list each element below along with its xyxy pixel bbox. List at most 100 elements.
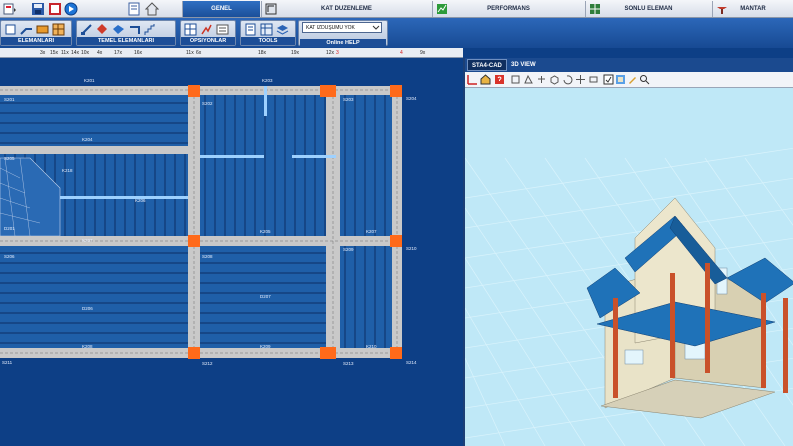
- rotate-icon[interactable]: [562, 74, 573, 85]
- slab[interactable]: [200, 94, 326, 236]
- home-icon[interactable]: [145, 2, 159, 16]
- checkbox-icon[interactable]: [603, 74, 614, 85]
- sta4cad-window: GENEL KAT DUZENLEME PERFORMANS SONLU ELE…: [0, 0, 793, 446]
- view-iso-icon[interactable]: [549, 74, 560, 85]
- ruler-tick: 11x: [61, 50, 69, 56]
- ruler-tick: 3x: [40, 50, 46, 56]
- ruler-tick: 3: [336, 50, 339, 56]
- beam-tool-icon[interactable]: [20, 23, 33, 36]
- pan-icon[interactable]: [575, 74, 586, 85]
- app-menu-icon[interactable]: [3, 2, 17, 16]
- ruler-tick: 16x: [134, 50, 143, 56]
- beam[interactable]: [0, 146, 200, 154]
- slab[interactable]: [340, 246, 392, 348]
- column[interactable]: [188, 235, 200, 247]
- ruler-tick: 6x: [196, 50, 202, 56]
- tools-report-icon[interactable]: [244, 23, 257, 36]
- print-icon[interactable]: [48, 2, 62, 16]
- floor-plan-drawing: S201 K201 S202 K203 S203 S204 K204 S205 …: [0, 78, 417, 366]
- document-icon[interactable]: [127, 2, 141, 16]
- plan-label: K218: [62, 168, 73, 173]
- plan-label: D207: [260, 294, 271, 299]
- ruler-tick: 12x: [326, 50, 335, 56]
- tie-beam-tool-icon[interactable]: [128, 23, 141, 36]
- save-icon[interactable]: [31, 2, 45, 16]
- rib-beam: [264, 86, 267, 116]
- plan-label: D201: [4, 226, 15, 231]
- slab[interactable]: [0, 246, 188, 348]
- plan-label: K209: [260, 344, 271, 349]
- slab[interactable]: [340, 94, 392, 236]
- ruler-tick: 18x: [258, 50, 267, 56]
- view-side-icon[interactable]: [523, 74, 534, 85]
- plan-label: S213: [343, 361, 354, 366]
- 3d-view-panel[interactable]: STA4-CAD 3D VIEW: [463, 58, 793, 446]
- plan-label: S205: [4, 156, 15, 161]
- ruler-tick: 9x: [420, 50, 426, 56]
- 3d-scene[interactable]: [465, 88, 793, 446]
- wall-tool-icon[interactable]: [52, 23, 65, 36]
- column-tool-icon[interactable]: [4, 23, 17, 36]
- column[interactable]: [390, 235, 402, 247]
- rib-beam: [60, 196, 188, 199]
- floor-projection-select[interactable]: KAT IZDUŞUMU YOK: [302, 22, 382, 33]
- zoom-icon[interactable]: [639, 74, 650, 85]
- finite-element-icon: [590, 4, 600, 14]
- tab-genel[interactable]: GENEL: [182, 1, 260, 17]
- performance-icon: [437, 4, 447, 14]
- online-help-button[interactable]: Online HELP: [300, 39, 386, 47]
- tab-3d-view[interactable]: 3D VIEW: [507, 59, 540, 71]
- view-top-icon[interactable]: [536, 74, 547, 85]
- view-front-icon[interactable]: [510, 74, 521, 85]
- house-icon[interactable]: [480, 74, 491, 85]
- options-grid-icon[interactable]: [184, 23, 197, 36]
- slab-tool-icon[interactable]: [36, 23, 49, 36]
- ruler-tick: 14x: [71, 50, 80, 56]
- column[interactable]: [390, 85, 402, 97]
- plan-label: S211: [2, 360, 13, 365]
- render-icon[interactable]: [615, 74, 626, 85]
- model-column: [783, 298, 788, 393]
- stair-tool-icon[interactable]: [144, 23, 157, 36]
- tab-kat-duzenleme[interactable]: KAT DUZENLEME: [261, 1, 431, 17]
- plan-label: D206: [82, 306, 93, 311]
- model-column: [761, 293, 766, 388]
- tab-performans[interactable]: PERFORMANS: [432, 1, 584, 17]
- ruler-tick: 10x: [81, 50, 90, 56]
- column[interactable]: [390, 347, 402, 359]
- section-icon[interactable]: [588, 74, 599, 85]
- tab-sta4cad[interactable]: STA4-CAD: [467, 59, 507, 71]
- tab-sonlu-eleman[interactable]: SONLU ELEMAN: [585, 1, 711, 17]
- help-icon[interactable]: [494, 74, 505, 85]
- column[interactable]: [188, 347, 200, 359]
- pile-tool-icon[interactable]: [96, 23, 109, 36]
- plan-label: S209: [343, 247, 354, 252]
- tools-table-icon[interactable]: [260, 23, 273, 36]
- plan-label: S202: [202, 101, 213, 106]
- footing-tool-icon[interactable]: [80, 23, 93, 36]
- paint-icon[interactable]: [627, 74, 638, 85]
- plan-label: K210: [366, 344, 377, 349]
- plan-label: K207: [82, 238, 93, 243]
- axes-icon[interactable]: [467, 74, 478, 85]
- column[interactable]: [320, 347, 336, 359]
- rib-beam: [292, 155, 336, 158]
- play-icon[interactable]: [64, 2, 78, 16]
- tab-mantar[interactable]: MANTAR: [712, 1, 793, 17]
- ruler-tick: 4x: [97, 50, 103, 56]
- ruler-tick: 17x: [114, 50, 123, 56]
- tools-layers-icon[interactable]: [276, 23, 289, 36]
- slab[interactable]: [0, 94, 188, 146]
- options-chart-icon[interactable]: [200, 23, 213, 36]
- ruler-tick: 19x: [291, 50, 300, 56]
- floor-plan-canvas[interactable]: S201 K201 S202 K203 S203 S204 K204 S205 …: [0, 58, 463, 446]
- axis-ruler: 3x 15x 11x 14x 10x 4x 17x 16x 11x 6x 18x…: [0, 48, 463, 58]
- column[interactable]: [320, 85, 336, 97]
- plan-label: K206: [135, 198, 146, 203]
- options-settings-icon[interactable]: [216, 23, 229, 36]
- ruler-tick: 15x: [50, 50, 59, 56]
- raft-tool-icon[interactable]: [112, 23, 125, 36]
- plan-label: K205: [260, 229, 271, 234]
- ruler-tick: 11x: [186, 50, 194, 56]
- column[interactable]: [188, 85, 200, 97]
